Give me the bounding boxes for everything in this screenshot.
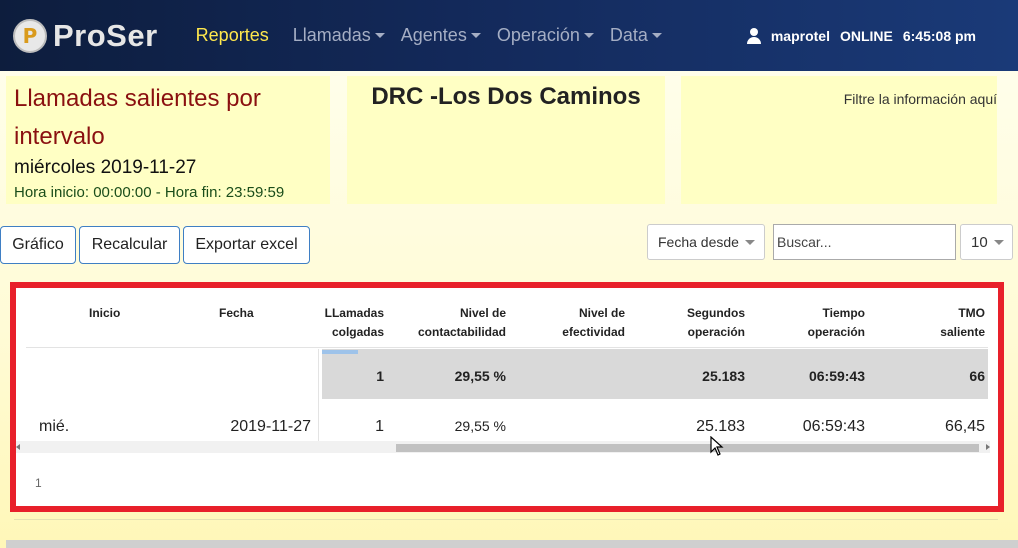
col-colgadas-l2: colgadas <box>331 325 384 339</box>
mouse-cursor-icon <box>710 436 724 456</box>
menu-data-label: Data <box>609 25 648 45</box>
summary-contactabilidad: 29,55 % <box>454 368 506 384</box>
summary-tiempo: 06:59:43 <box>808 368 865 384</box>
scroll-right-arrow-icon[interactable] <box>986 444 990 450</box>
proser-logo-icon: P <box>13 18 47 53</box>
filter-panel[interactable]: Filtre la información aquí <box>681 76 997 204</box>
chevron-down-icon <box>744 239 755 245</box>
date-from-label: Fecha desde <box>658 234 739 250</box>
search-input[interactable] <box>773 224 956 260</box>
col-tmo[interactable]: TMO saliente <box>884 304 985 342</box>
row-contactabilidad: 29,55 % <box>454 418 506 434</box>
chevron-down-icon <box>374 33 385 38</box>
col-efectividad-l2: efectividad <box>562 325 625 339</box>
col-tiempo-l2: operación <box>807 325 865 339</box>
menu-llamadas-label: Llamadas <box>292 25 371 45</box>
horizontal-scrollbar[interactable] <box>16 441 990 453</box>
col-colgadas[interactable]: LLamadas colgadas <box>322 304 384 342</box>
col-segundos-l1: Segundos <box>686 306 745 320</box>
user-icon <box>746 27 761 44</box>
summary-colgadas: 1 <box>376 368 384 384</box>
status-badge: ONLINE <box>839 27 893 44</box>
chevron-down-icon <box>583 33 594 38</box>
site-name: DRC -Los Dos Caminos <box>371 83 641 110</box>
row-tmo: 66,45 <box>944 418 985 435</box>
col-fecha[interactable]: Fecha <box>219 304 254 323</box>
user-area: maprotel ONLINE 6:45:08 pm <box>746 0 986 71</box>
page-size-value: 10 <box>971 233 988 251</box>
col-tmo-l1: TMO <box>958 306 985 320</box>
col-contactabilidad-l1: Nivel de <box>459 306 506 320</box>
brand-name: ProSer <box>53 17 158 53</box>
menu-operacion[interactable]: Operación <box>497 25 594 46</box>
username[interactable]: maprotel <box>771 28 830 44</box>
brand[interactable]: P ProSer <box>13 18 158 54</box>
col-tiempo[interactable]: Tiempo operación <box>765 304 865 342</box>
scrollbar-thumb[interactable] <box>396 444 979 452</box>
divider <box>14 519 998 520</box>
col-efectividad[interactable]: Nivel de efectividad <box>526 304 625 342</box>
site-panel: DRC -Los Dos Caminos <box>347 76 665 204</box>
resize-indicator <box>322 350 358 354</box>
date-from-select[interactable]: Fecha desde <box>647 224 765 260</box>
menu-data[interactable]: Data <box>610 25 662 46</box>
summary-tmo: 66 <box>969 368 985 384</box>
menu-agentes[interactable]: Agentes <box>401 25 481 46</box>
report-hours: Hora inicio: 00:00:00 - Hora fin: 23:59:… <box>14 184 285 201</box>
col-segundos-l2: operación <box>687 325 745 339</box>
col-efectividad-l1: Nivel de <box>578 306 625 320</box>
report-title: Llamadas salientes por intervalo <box>14 85 261 150</box>
filter-hint: Filtre la información aquí <box>843 91 997 107</box>
menu-agentes-label: Agentes <box>400 25 467 45</box>
row-segundos: 25.183 <box>696 418 745 435</box>
pagination-info: 1 <box>35 476 42 490</box>
col-contactabilidad[interactable]: Nivel de contactabilidad <box>406 304 506 342</box>
table-header: Inicio Fecha LLamadas colgadas Nivel de … <box>26 296 988 348</box>
top-navbar: P ProSer Reportes Llamadas Agentes Opera… <box>0 0 1018 71</box>
row-inicio: mié. <box>39 418 70 435</box>
col-contactabilidad-l2: contactabilidad <box>417 325 506 339</box>
row-tiempo: 06:59:43 <box>802 418 865 435</box>
chevron-down-icon <box>651 33 662 38</box>
highlight-frame: Inicio Fecha LLamadas colgadas Nivel de … <box>10 282 1004 512</box>
menu-operacion-label: Operación <box>496 25 580 45</box>
bottom-panel <box>6 540 1018 548</box>
menu-llamadas[interactable]: Llamadas <box>293 25 385 46</box>
export-excel-button[interactable]: Exportar excel <box>183 226 310 264</box>
report-info-panel: Llamadas salientes por intervalo miércol… <box>6 76 330 204</box>
clock: 6:45:08 pm <box>902 27 976 44</box>
row-colgadas: 1 <box>375 418 384 435</box>
col-colgadas-l1: LLamadas <box>324 306 384 320</box>
grafico-button[interactable]: Gráfico <box>0 226 76 264</box>
chevron-down-icon <box>993 239 1004 245</box>
scroll-left-arrow-icon[interactable] <box>16 444 20 450</box>
col-segundos[interactable]: Segundos operación <box>645 304 745 342</box>
recalcular-button[interactable]: Recalcular <box>79 226 180 264</box>
fixed-column-divider <box>318 349 319 441</box>
main-menu: Reportes Llamadas Agentes Operación Data <box>196 25 678 46</box>
report-date: miércoles 2019-11-27 <box>14 157 197 178</box>
menu-reportes[interactable]: Reportes <box>196 25 269 46</box>
col-tiempo-l1: Tiempo <box>822 306 865 320</box>
col-tmo-l2: saliente <box>940 325 985 339</box>
page-size-select[interactable]: 10 <box>960 224 1013 260</box>
chevron-down-icon <box>470 33 481 38</box>
summary-segundos: 25.183 <box>702 368 745 384</box>
col-inicio[interactable]: Inicio <box>89 304 120 323</box>
row-fecha: 2019-11-27 <box>230 418 311 435</box>
